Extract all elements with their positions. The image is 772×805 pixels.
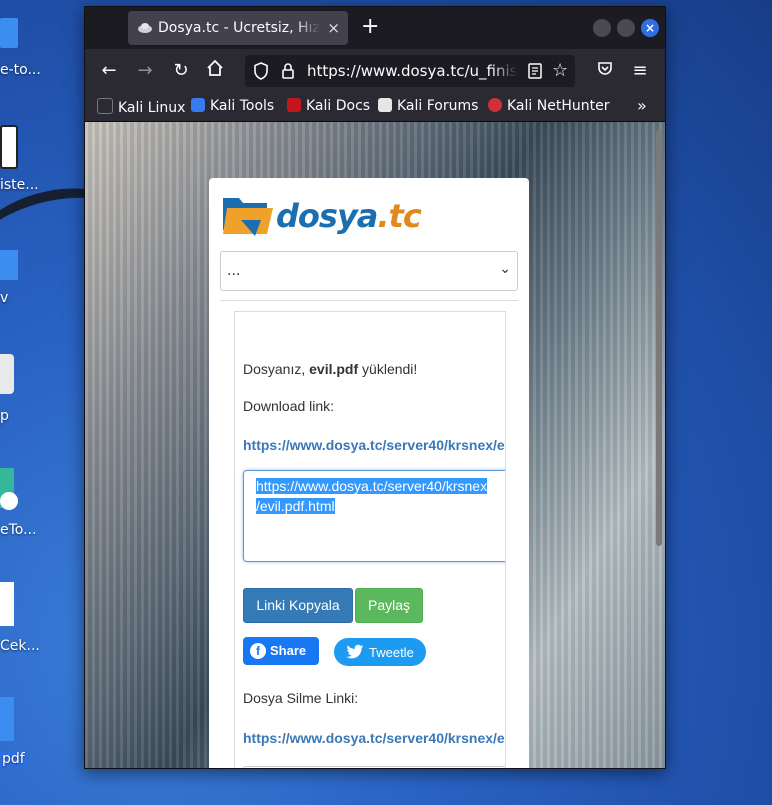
new-tab-button[interactable]: + [361, 16, 379, 38]
kali-dragon-icon [97, 98, 113, 114]
desktop-icon-label: iste... [0, 177, 39, 193]
nethunter-icon [488, 98, 502, 112]
home-folder-icon [0, 250, 18, 280]
desktop-icon-label: p [0, 408, 9, 424]
tab-title: Dosya.tc - Ücretsiz, Hızlı ve Gü [158, 20, 320, 36]
favicon-icon [138, 23, 152, 33]
reader-view-icon[interactable] [527, 62, 543, 80]
bookmark-kali-linux[interactable]: Kali Linux [97, 98, 185, 116]
facebook-icon: f [250, 643, 266, 659]
kali-tools-icon [191, 98, 205, 112]
drive-icon [0, 125, 18, 169]
download-link[interactable]: https://www.dosya.tc/server40/krsnex/evi… [243, 437, 505, 453]
nav-bar: ← → ↻ https://www.dosya.tc/u_finished ☆ … [85, 49, 665, 93]
kali-forums-icon [378, 98, 392, 112]
url-text[interactable]: https://www.dosya.tc/u_finished [307, 62, 517, 80]
upload-message: Dosyanız, evil.pdf yüklendi! [243, 361, 418, 377]
menu-select[interactable]: ... ⌄ [220, 251, 518, 291]
forward-icon[interactable]: → [133, 59, 157, 83]
delete-link[interactable]: https://www.dosya.tc/server40/krsnex/evi… [243, 730, 505, 746]
tweet-label: Tweetle [369, 645, 414, 660]
delete-link-textarea[interactable] [243, 766, 505, 768]
document-icon [0, 582, 14, 626]
desktop-icon-6[interactable]: Cek... [0, 580, 60, 660]
facebook-share-label: Share [270, 643, 307, 658]
desktop-icon-label: v [0, 290, 9, 306]
selected-link-text: https://www.dosya.tc/server40/krsnex/evi… [256, 478, 488, 514]
bookmark-kali-tools[interactable]: Kali Tools [191, 98, 274, 114]
desktop-icon-label: pdf [0, 751, 27, 767]
facebook-share-button[interactable]: f Share [243, 637, 319, 665]
minimize-button[interactable] [593, 19, 611, 37]
desktop-icon-3[interactable]: v [0, 248, 60, 308]
chevron-down-icon: ⌄ [499, 261, 511, 277]
copy-link-button[interactable]: Linki Kopyala [243, 588, 353, 623]
bookmarks-overflow-icon[interactable]: » [637, 96, 647, 115]
download-link-textarea[interactable]: https://www.dosya.tc/server40/krsnex/evi… [243, 470, 505, 562]
logo-text: dosya.tc [276, 197, 422, 235]
dosya-logo[interactable]: dosya.tc [221, 190, 422, 240]
browser-window: Dosya.tc - Ücretsiz, Hızlı ve Gü × + × ←… [84, 6, 666, 769]
shield-icon[interactable] [253, 62, 269, 80]
bookmark-kali-forums[interactable]: Kali Forums [378, 98, 478, 114]
page-content: dosya.tc ... ⌄ Dosyanız, evil.pdf yüklen… [85, 122, 665, 768]
window-close-button[interactable]: × [641, 19, 659, 37]
result-panel: Dosyanız, evil.pdf yüklendi! Download li… [234, 311, 506, 768]
pdf-file-icon [0, 697, 14, 741]
folder-icon [0, 18, 18, 48]
bookmark-kali-nethunter[interactable]: Kali NetHunter [488, 98, 609, 114]
tab-dosya[interactable]: Dosya.tc - Ücretsiz, Hızlı ve Gü × [128, 11, 348, 45]
desktop-icon-5[interactable]: eTo... [0, 466, 60, 541]
bookmark-star-icon[interactable]: ☆ [552, 60, 568, 81]
delete-link-label: Dosya Silme Linki: [243, 690, 359, 706]
desktop-icon-4[interactable]: p [0, 352, 60, 427]
menu-icon[interactable]: ≡ [628, 59, 652, 83]
home-icon[interactable] [203, 59, 227, 83]
tab-bar: Dosya.tc - Ücretsiz, Hızlı ve Gü × + × [85, 7, 665, 49]
tweet-button[interactable]: Tweetle [334, 638, 426, 666]
bookmark-kali-docs[interactable]: Kali Docs [287, 98, 370, 114]
upload-result-card: dosya.tc ... ⌄ Dosyanız, evil.pdf yüklen… [209, 178, 529, 768]
desktop-icon-label: Cek... [0, 638, 40, 654]
folder-logo-icon [223, 198, 273, 236]
scrollbar[interactable] [656, 130, 662, 546]
desktop-icon-label: eTo... [0, 522, 37, 538]
trash-icon [0, 354, 14, 394]
url-bar[interactable]: https://www.dosya.tc/u_finished ☆ [245, 55, 575, 87]
bookmarks-toolbar: Kali Linux Kali Tools Kali Docs Kali For… [85, 93, 665, 122]
kali-docs-icon [287, 98, 301, 112]
desktop-icon-7[interactable]: pdf [0, 695, 60, 775]
divider [220, 300, 518, 301]
desktop-icon-2[interactable]: iste... [0, 123, 60, 193]
tab-close-icon[interactable]: × [327, 19, 340, 37]
pocket-icon[interactable] [593, 59, 617, 83]
desktop-icon-label: e-to... [0, 62, 41, 78]
lock-badge-icon [0, 492, 18, 510]
lock-icon[interactable] [281, 62, 295, 80]
select-value: ... [227, 263, 241, 279]
twitter-bird-icon [346, 644, 364, 659]
share-button[interactable]: Paylaş [355, 588, 423, 623]
reload-icon[interactable]: ↻ [169, 59, 193, 83]
desktop-icon-1[interactable]: e-to... [0, 14, 60, 84]
back-icon[interactable]: ← [97, 59, 121, 83]
maximize-button[interactable] [617, 19, 635, 37]
download-label: Download link: [243, 398, 335, 414]
